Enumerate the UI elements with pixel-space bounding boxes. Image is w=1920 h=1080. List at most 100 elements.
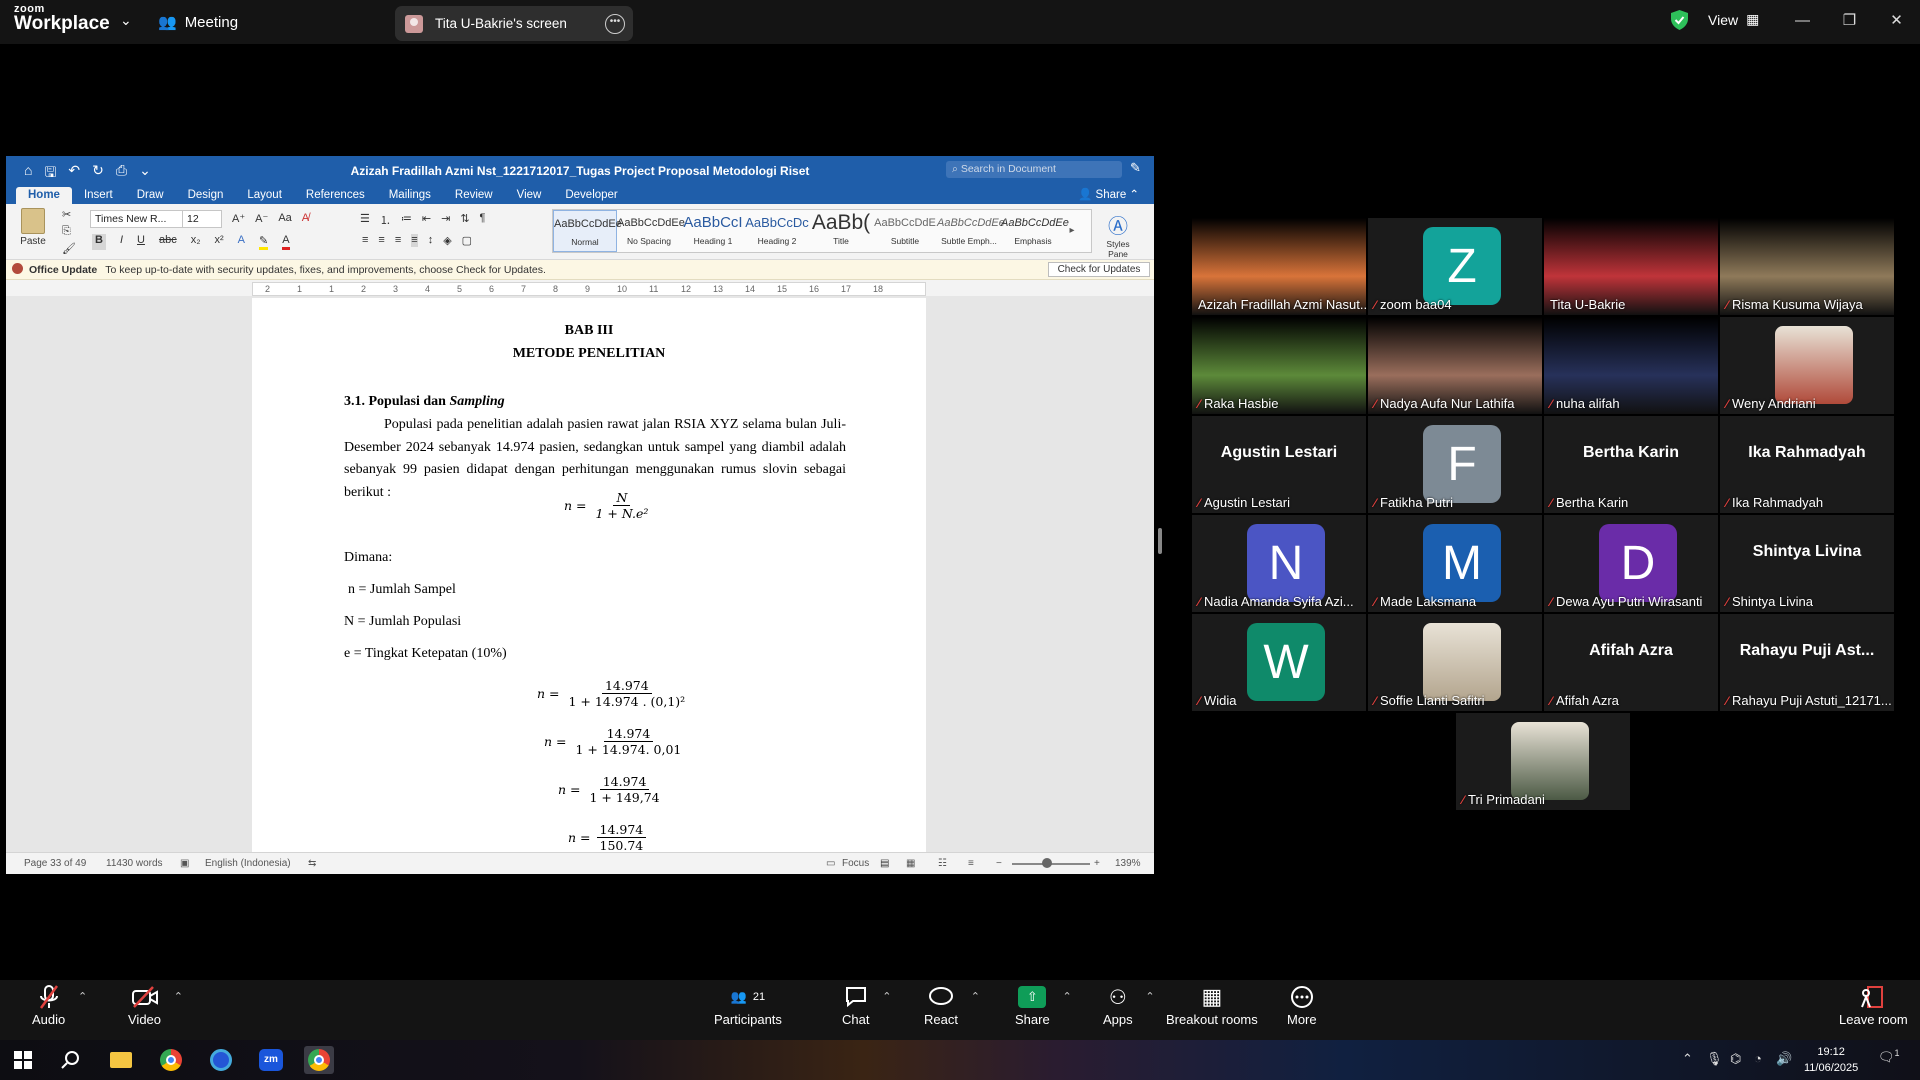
- format-painter-icon[interactable]: 🖌: [62, 242, 76, 255]
- volume-tray-icon[interactable]: 🔊: [1776, 1051, 1792, 1067]
- zoom-out-icon[interactable]: −: [996, 858, 1002, 869]
- more-options-icon[interactable]: •••: [605, 14, 625, 34]
- superscript-icon[interactable]: x²: [215, 234, 224, 250]
- participant-tile[interactable]: ⁄ Nadya Aufa Nur Lathifa: [1368, 317, 1542, 414]
- zoom-logo[interactable]: zoom Workplace: [14, 4, 110, 34]
- participant-tile[interactable]: ⁄ Weny Andriani: [1720, 317, 1894, 414]
- strikethrough-icon[interactable]: abc: [159, 234, 177, 250]
- tab-home[interactable]: Home: [16, 187, 72, 204]
- track-changes-icon[interactable]: ⇆: [308, 858, 316, 869]
- tab-references[interactable]: References: [294, 187, 377, 204]
- zoom-taskbar-icon[interactable]: zm: [256, 1046, 286, 1074]
- italic-icon[interactable]: I: [120, 234, 123, 250]
- app-icon[interactable]: [206, 1046, 236, 1074]
- participant-tile[interactable]: Tita U-Bakrie: [1544, 218, 1718, 315]
- font-size-select[interactable]: 12: [182, 210, 222, 228]
- justify-icon[interactable]: ≡: [411, 234, 418, 247]
- react-options-caret[interactable]: ⌃: [971, 990, 980, 1003]
- search-in-document[interactable]: ⌕ Search in Document: [946, 161, 1122, 178]
- highlight-icon[interactable]: ✎: [259, 234, 269, 250]
- participant-tile[interactable]: Rahayu Puji Ast... ⁄ Rahayu Puji Astuti_12…: [1720, 614, 1894, 711]
- participant-tile[interactable]: Ika Rahmadyah ⁄ Ika Rahmadyah: [1720, 416, 1894, 513]
- pilcrow-icon[interactable]: ¶: [480, 212, 486, 228]
- wifi-tray-icon[interactable]: ◔: [1754, 1051, 1762, 1066]
- screen-share-pill[interactable]: Tita U-Bakrie's screen •••: [395, 6, 633, 41]
- split-resize-handle[interactable]: [1158, 528, 1162, 554]
- participants-button[interactable]: 👥 21 Participants: [714, 982, 782, 1027]
- participant-tile[interactable]: D ⁄ Dewa Ayu Putri Wirasanti: [1544, 515, 1718, 612]
- style-heading-1[interactable]: AaBbCcI Heading 1: [681, 210, 745, 252]
- show-hidden-icons[interactable]: ⌃: [1682, 1051, 1693, 1067]
- document-page[interactable]: BAB III METODE PENELITIAN 3.1. Populasi …: [252, 298, 926, 858]
- close-icon[interactable]: ✕: [1873, 0, 1920, 40]
- copy-icon[interactable]: ⎘: [62, 225, 76, 238]
- search-icon[interactable]: [56, 1046, 86, 1074]
- participant-tile[interactable]: Agustin Lestari ⁄ Agustin Lestari: [1192, 416, 1366, 513]
- chrome-active-icon[interactable]: [304, 1046, 334, 1074]
- participant-tile[interactable]: W ⁄ Widia: [1192, 614, 1366, 711]
- page-count[interactable]: Page 33 of 49: [24, 858, 86, 869]
- borders-icon[interactable]: ▢: [462, 234, 472, 247]
- meeting-menu-button[interactable]: 👥 Meeting: [158, 10, 238, 34]
- paste-button[interactable]: Paste: [14, 208, 52, 247]
- chat-options-caret[interactable]: ⌃: [882, 990, 891, 1003]
- tab-mailings[interactable]: Mailings: [377, 187, 443, 204]
- styles-pane-button[interactable]: Ⓐ Styles Pane: [1100, 210, 1136, 259]
- decrease-indent-icon[interactable]: ⇤: [422, 212, 431, 228]
- tab-design[interactable]: Design: [176, 187, 236, 204]
- audio-button[interactable]: Audio ⌃: [32, 982, 87, 1027]
- cut-icon[interactable]: ✂: [62, 208, 76, 221]
- style-subtitle[interactable]: AaBbCcDdE Subtitle: [873, 210, 937, 252]
- sort-icon[interactable]: ⇅: [460, 212, 469, 228]
- style-subtle-emphasis[interactable]: AaBbCcDdEe Subtle Emph...: [937, 210, 1005, 252]
- numbering-icon[interactable]: ⒈: [380, 212, 391, 228]
- video-options-caret[interactable]: ⌃: [174, 990, 183, 1003]
- participant-tile[interactable]: Z ⁄ zoom baa04: [1368, 218, 1542, 315]
- word-count[interactable]: 11430 words: [106, 858, 163, 869]
- encryption-shield-icon[interactable]: [1671, 10, 1688, 30]
- restore-icon[interactable]: ❐: [1826, 0, 1873, 40]
- web-layout-icon[interactable]: ▦: [906, 858, 915, 869]
- style-emphasis[interactable]: AaBbCcDdEe Emphasis: [1001, 210, 1069, 252]
- participant-tile[interactable]: N ⁄ Nadia Amanda Syifa Azi...: [1192, 515, 1366, 612]
- check-for-updates-button[interactable]: Check for Updates: [1048, 262, 1150, 277]
- draft-icon[interactable]: ≡: [968, 858, 974, 869]
- participant-tile[interactable]: ⁄ Risma Kusuma Wijaya: [1720, 218, 1894, 315]
- share-options-caret[interactable]: ⌃: [1062, 990, 1071, 1003]
- participant-tile[interactable]: Shintya Livina ⁄ Shintya Livina: [1720, 515, 1894, 612]
- shading-icon[interactable]: ◈: [443, 234, 451, 247]
- participant-tile[interactable]: F ⁄ Fatikha Putri: [1368, 416, 1542, 513]
- leave-room-button[interactable]: Leave room: [1839, 982, 1908, 1027]
- tab-review[interactable]: Review: [443, 187, 505, 204]
- feedback-icon[interactable]: ✎: [1130, 160, 1141, 176]
- chevron-down-icon[interactable]: ⌄: [120, 12, 132, 29]
- style-heading-2[interactable]: AaBbCcDc Heading 2: [745, 210, 809, 252]
- share-button[interactable]: 👤 Share ⌃: [1078, 187, 1139, 201]
- minimize-icon[interactable]: —: [1779, 0, 1826, 40]
- print-layout-icon[interactable]: ▤: [880, 858, 889, 869]
- tab-layout[interactable]: Layout: [235, 187, 294, 204]
- font-color-icon[interactable]: A: [282, 234, 290, 250]
- participant-tile[interactable]: Afifah Azra ⁄ Afifah Azra: [1544, 614, 1718, 711]
- shrink-font-icon[interactable]: A⁻: [255, 212, 268, 225]
- network-tray-icon[interactable]: ⌬: [1730, 1051, 1741, 1067]
- chrome-icon[interactable]: [156, 1046, 186, 1074]
- outline-icon[interactable]: ☷: [938, 858, 947, 869]
- horizontal-ruler[interactable]: 2 1 1 2 3 4 5 6 7 8 9 10 11 12 13 14 15 16 17 18: [252, 282, 926, 296]
- share-screen-button[interactable]: ⇧ Share ⌃: [1015, 982, 1072, 1027]
- apps-options-caret[interactable]: ⌃: [1145, 990, 1154, 1003]
- microphone-tray-icon[interactable]: 🎙: [1706, 1051, 1723, 1067]
- participant-tile[interactable]: ⁄ Raka Hasbie: [1192, 317, 1366, 414]
- tab-developer[interactable]: Developer: [553, 187, 629, 204]
- breakout-rooms-button[interactable]: ▦ Breakout rooms: [1166, 982, 1258, 1027]
- audio-options-caret[interactable]: ⌃: [78, 990, 87, 1003]
- notification-center-icon[interactable]: 🗨1: [1878, 1048, 1900, 1065]
- zoom-in-icon[interactable]: +: [1094, 858, 1100, 869]
- participant-tile[interactable]: ⁄ Tri Primadani: [1456, 713, 1630, 810]
- subscript-icon[interactable]: x₂: [191, 234, 201, 250]
- windows-start-icon[interactable]: [8, 1046, 38, 1074]
- more-button[interactable]: More: [1287, 982, 1317, 1027]
- system-clock[interactable]: 19:12 11/06/2025: [1804, 1044, 1858, 1076]
- align-right-icon[interactable]: ≡: [395, 234, 401, 247]
- document-canvas[interactable]: BAB III METODE PENELITIAN 3.1. Populasi …: [6, 296, 1154, 858]
